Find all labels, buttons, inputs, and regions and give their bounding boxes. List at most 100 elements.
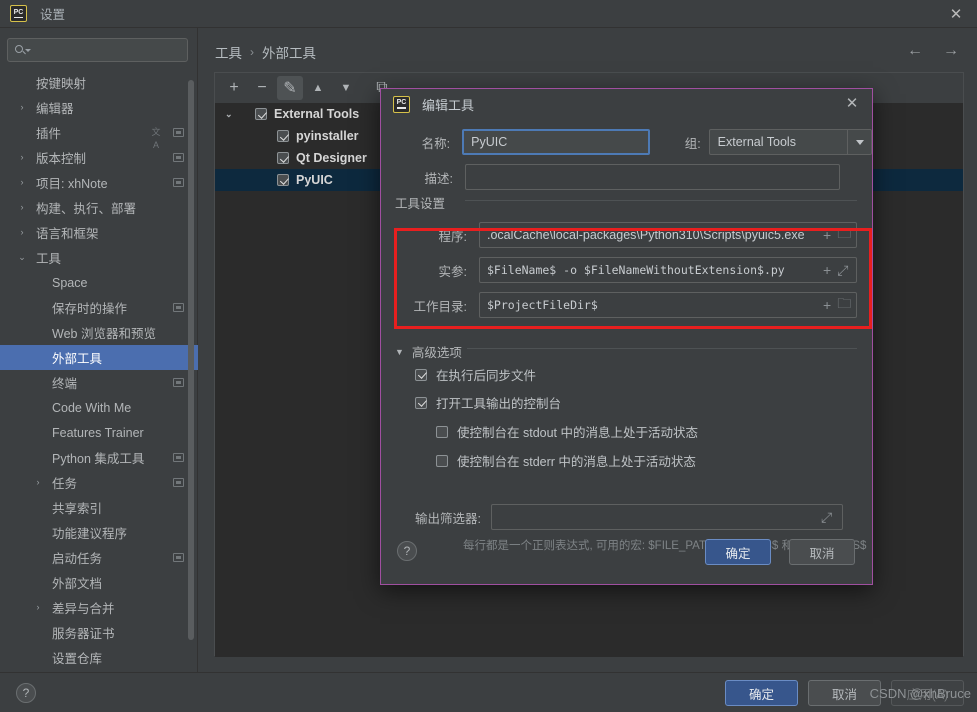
- sidebar-item-12[interactable]: 终端: [0, 370, 198, 395]
- sidebar-item-18[interactable]: 功能建议程序: [0, 520, 198, 545]
- tool-settings-divider: [465, 200, 857, 201]
- chevron-right-icon[interactable]: ›: [16, 203, 28, 212]
- move-down-button[interactable]: ▼: [333, 76, 359, 100]
- expand-editor-icon[interactable]: ⤢: [821, 509, 832, 526]
- sidebar-item-14[interactable]: Features Trainer: [0, 420, 198, 445]
- chevron-right-icon[interactable]: ›: [32, 478, 44, 487]
- chevron-right-icon[interactable]: ›: [32, 603, 44, 612]
- output-filter-input[interactable]: [491, 504, 843, 530]
- sidebar-scrollbar[interactable]: [188, 80, 194, 670]
- sidebar-item-20[interactable]: 外部文档: [0, 570, 198, 595]
- breadcrumb-root[interactable]: 工具: [215, 42, 242, 62]
- remove-tool-button[interactable]: −: [249, 76, 275, 100]
- chevron-right-icon[interactable]: ›: [16, 103, 28, 112]
- browse-folder-icon[interactable]: 🗀: [837, 223, 851, 247]
- checkbox[interactable]: [436, 425, 448, 438]
- sidebar-scrollbar-thumb[interactable]: [188, 80, 194, 640]
- program-input[interactable]: .ocalCache\local-packages\Python310\Scri…: [479, 222, 857, 248]
- chevron-right-icon[interactable]: ›: [16, 153, 28, 162]
- arguments-field-buttons: + ⤢: [823, 262, 848, 279]
- sidebar-item-7[interactable]: ⌄ 工具: [0, 245, 198, 270]
- checkbox[interactable]: [415, 396, 427, 409]
- forward-arrow-icon[interactable]: →: [943, 42, 959, 60]
- dialog-cancel-button[interactable]: 取消: [789, 539, 855, 565]
- sidebar-item-23[interactable]: 设置仓库: [0, 645, 198, 670]
- sidebar-item-4[interactable]: › 项目: xhNote: [0, 170, 198, 195]
- group-value: External Tools: [717, 135, 796, 149]
- chevron-down-icon[interactable]: [847, 130, 871, 154]
- edit-tool-button[interactable]: ✎: [277, 76, 303, 100]
- footer-ok-button[interactable]: 确定: [725, 680, 798, 706]
- checkbox[interactable]: [415, 368, 427, 381]
- sidebar-item-0[interactable]: 按键映射: [0, 70, 198, 95]
- sidebar-item-11[interactable]: 外部工具: [0, 345, 198, 370]
- dialog-pycharm-logo-icon: PC: [393, 95, 410, 113]
- chevron-down-icon[interactable]: ⌄: [16, 253, 28, 262]
- dialog-close-icon[interactable]: ✕: [844, 96, 860, 112]
- output-filter-container: 输出筛选器: ⤢: [381, 504, 872, 530]
- footer-help-button[interactable]: ?: [16, 683, 36, 703]
- sidebar-item-19[interactable]: 启动任务: [0, 545, 198, 570]
- sidebar-item-13[interactable]: Code With Me: [0, 395, 198, 420]
- back-arrow-icon[interactable]: ←: [907, 42, 923, 60]
- tool-enabled-checkbox[interactable]: [277, 152, 289, 164]
- tool-item-label: Qt Designer: [296, 151, 367, 165]
- sidebar-item-6[interactable]: › 语言和框架: [0, 220, 198, 245]
- chevron-down-icon[interactable]: ⌄: [225, 109, 233, 120]
- chevron-right-icon[interactable]: ›: [16, 228, 28, 237]
- pycharm-logo-underline: [14, 16, 23, 19]
- sidebar-item-21[interactable]: › 差异与合并: [0, 595, 198, 620]
- advanced-checkbox-row-0[interactable]: 在执行后同步文件: [415, 365, 536, 384]
- close-icon[interactable]: ✕: [948, 6, 964, 22]
- checkbox[interactable]: [436, 454, 448, 467]
- sidebar-item-8[interactable]: Space: [0, 270, 198, 295]
- add-tool-button[interactable]: +: [221, 76, 247, 100]
- collapse-triangle-icon[interactable]: ▼: [395, 347, 404, 357]
- dialog-ok-button[interactable]: 确定: [705, 539, 771, 565]
- sidebar-item-17[interactable]: 共享索引: [0, 495, 198, 520]
- sidebar-item-22[interactable]: 服务器证书: [0, 620, 198, 645]
- breadcrumb-leaf: 外部工具: [262, 46, 316, 61]
- breadcrumb-separator: ›: [250, 45, 254, 59]
- arguments-input[interactable]: $FileName$ -o $FileNameWithoutExtension$…: [479, 257, 857, 283]
- sidebar-item-2[interactable]: 插件 文A: [0, 120, 198, 150]
- sidebar-item-label: 项目: xhNote: [36, 177, 108, 191]
- move-up-button[interactable]: ▲: [305, 76, 331, 100]
- advanced-options-header[interactable]: ▼ 高级选项: [395, 342, 462, 361]
- group-label: 组:: [684, 136, 701, 151]
- sidebar-item-label: 差异与合并: [52, 602, 115, 616]
- sidebar-item-9[interactable]: 保存时的操作: [0, 295, 198, 320]
- browse-folder-icon[interactable]: 🗀: [837, 293, 851, 317]
- sidebar-item-1[interactable]: › 编辑器: [0, 95, 198, 120]
- settings-sidebar: 按键映射 › 编辑器 插件 文A › 版本控制 › 项目: xhNote › 构建、执行、部署 › 语言…: [0, 28, 198, 672]
- advanced-checkbox-row-3[interactable]: 使控制台在 stderr 中的消息上处于活动状态: [436, 451, 696, 470]
- working-directory-input[interactable]: $ProjectFileDir$: [479, 292, 857, 318]
- tool-enabled-checkbox[interactable]: [255, 108, 267, 120]
- group-combobox[interactable]: External Tools: [708, 129, 872, 155]
- expand-editor-icon[interactable]: ⤢: [837, 262, 848, 279]
- insert-macro-icon[interactable]: +: [823, 297, 831, 313]
- dialog-help-button[interactable]: ?: [397, 541, 417, 561]
- sidebar-item-10[interactable]: Web 浏览器和预览: [0, 320, 198, 345]
- sidebar-item-label: Code With Me: [52, 400, 132, 415]
- insert-macro-icon[interactable]: +: [823, 262, 831, 278]
- sidebar-item-label: 插件: [36, 127, 62, 141]
- advanced-checkbox-row-1[interactable]: 打开工具输出的控制台: [415, 393, 561, 412]
- pycharm-logo-icon: PC: [10, 5, 27, 22]
- sidebar-item-label: 设置仓库: [52, 652, 103, 666]
- name-input[interactable]: PyUIC: [462, 129, 651, 155]
- tool-enabled-checkbox[interactable]: [277, 174, 289, 186]
- sidebar-item-15[interactable]: Python 集成工具: [0, 445, 198, 470]
- chevron-right-icon[interactable]: ›: [16, 178, 28, 187]
- checkbox-label: 使控制台在 stderr 中的消息上处于活动状态: [457, 455, 696, 469]
- sidebar-item-5[interactable]: › 构建、执行、部署: [0, 195, 198, 220]
- search-input[interactable]: [7, 38, 188, 62]
- modified-indicator-icon: [173, 478, 184, 487]
- insert-macro-icon[interactable]: +: [823, 227, 831, 243]
- tool-item-label: External Tools: [274, 107, 360, 121]
- description-input[interactable]: [465, 164, 840, 190]
- sidebar-item-3[interactable]: › 版本控制: [0, 145, 198, 170]
- advanced-checkbox-row-2[interactable]: 使控制台在 stdout 中的消息上处于活动状态: [436, 422, 698, 441]
- tool-enabled-checkbox[interactable]: [277, 130, 289, 142]
- sidebar-item-16[interactable]: › 任务: [0, 470, 198, 495]
